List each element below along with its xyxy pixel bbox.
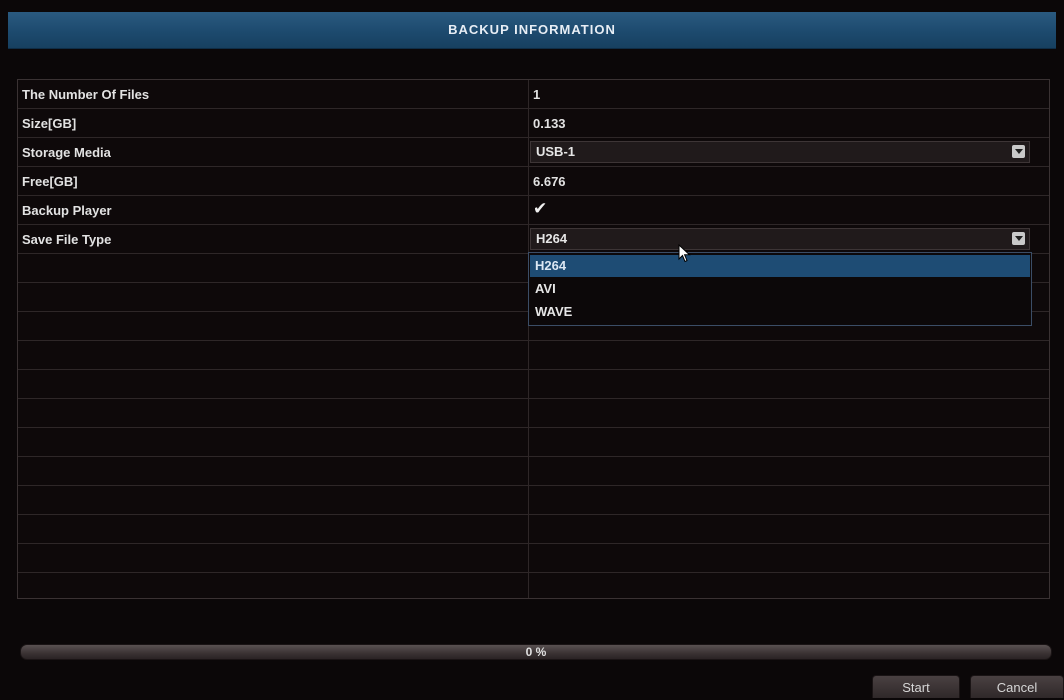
- save-file-type-select[interactable]: H264: [530, 228, 1030, 250]
- storage-media-label: Storage Media: [22, 145, 111, 160]
- check-icon[interactable]: ✔: [533, 200, 549, 218]
- free-value: 6.676: [533, 174, 566, 189]
- empty-row: [18, 486, 1049, 515]
- row-number-of-files: The Number Of Files 1: [18, 80, 1049, 109]
- number-of-files-label: The Number Of Files: [22, 87, 150, 102]
- free-label: Free[GB]: [22, 174, 78, 189]
- progress-text: 0 %: [525, 645, 547, 659]
- storage-media-select[interactable]: USB-1: [530, 141, 1030, 163]
- empty-row: [18, 399, 1049, 428]
- dropdown-option-h264[interactable]: H264: [530, 255, 1030, 277]
- row-backup-player: Backup Player ✔: [18, 196, 1049, 225]
- empty-row: [18, 573, 1049, 602]
- chevron-down-icon[interactable]: [1012, 145, 1025, 158]
- chevron-down-icon[interactable]: [1012, 232, 1025, 245]
- cancel-button[interactable]: Cancel: [970, 675, 1064, 698]
- start-button[interactable]: Start: [872, 675, 960, 698]
- empty-row: [18, 544, 1049, 573]
- window-title: BACKUP INFORMATION: [8, 12, 1056, 49]
- empty-row: [18, 341, 1049, 370]
- row-free: Free[GB] 6.676: [18, 167, 1049, 196]
- empty-row: [18, 370, 1049, 399]
- save-file-type-label: Save File Type: [22, 232, 112, 247]
- mouse-cursor-icon: [678, 243, 692, 269]
- save-file-type-value: H264: [536, 231, 568, 246]
- backup-player-label: Backup Player: [22, 203, 112, 218]
- row-size: Size[GB] 0.133: [18, 109, 1049, 138]
- backup-information-window: BACKUP INFORMATION The Number Of Files 1…: [0, 0, 1064, 698]
- save-file-type-dropdown-list: H264 AVI WAVE: [528, 252, 1032, 326]
- storage-media-value: USB-1: [536, 144, 576, 159]
- size-value: 0.133: [533, 116, 566, 131]
- size-label: Size[GB]: [22, 116, 77, 131]
- number-of-files-value: 1: [533, 87, 541, 102]
- backup-progress-bar: 0 %: [20, 644, 1052, 660]
- empty-row: [18, 515, 1049, 544]
- row-storage-media: Storage Media USB-1: [18, 138, 1049, 167]
- empty-row: [18, 457, 1049, 486]
- backup-info-grid: The Number Of Files 1 Size[GB] 0.133 Sto…: [17, 79, 1050, 599]
- dropdown-option-avi[interactable]: AVI: [530, 278, 1030, 300]
- empty-row: [18, 428, 1049, 457]
- dropdown-option-wave[interactable]: WAVE: [530, 301, 1030, 323]
- row-save-file-type: Save File Type H264: [18, 225, 1049, 254]
